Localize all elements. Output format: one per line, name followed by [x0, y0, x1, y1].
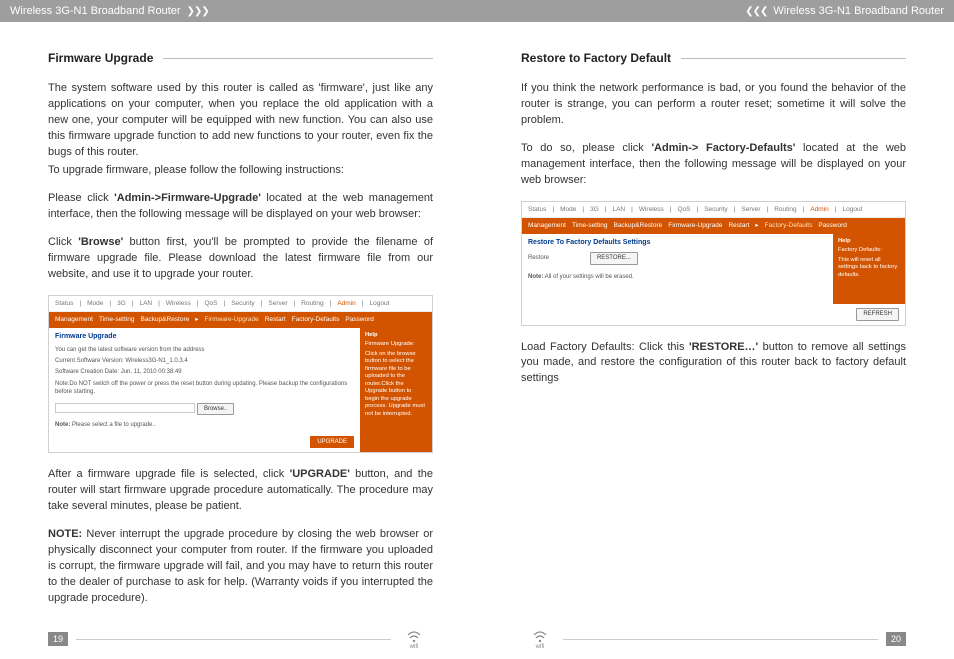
header-title: Wireless 3G-N1 Broadband Router — [773, 5, 944, 17]
tab-admin[interactable]: Admin — [810, 205, 828, 214]
wifi-logo-icon: wifi — [399, 629, 429, 649]
ss-heading: Firmware Upgrade — [55, 332, 354, 342]
footer-rule — [563, 639, 878, 640]
fw-para-4: Click 'Browse' button first, you'll be p… — [48, 235, 433, 283]
ss-tabs: Status| Mode| 3G| LAN| Wireless| QoS| Se… — [522, 202, 905, 218]
wifi-logo-icon: wifi — [525, 629, 555, 649]
title-rule — [681, 58, 906, 59]
fw-para-3: Please click 'Admin->Firmware-Upgrade' l… — [48, 191, 433, 223]
svg-text:wifi: wifi — [535, 644, 545, 649]
ss-help-panel: Help Factory Defaults: This will reset a… — [833, 234, 905, 304]
ss-main: Firmware Upgrade You can get the latest … — [49, 328, 360, 453]
title-rule — [163, 58, 433, 59]
footer-right: wifi 20 — [477, 629, 954, 649]
chevron-left-icon: ❮❮❮ — [745, 6, 767, 17]
ss-heading: Restore To Factory Defaults Settings — [528, 238, 827, 248]
chevron-right-icon: ❯❯❯ — [187, 6, 209, 17]
subnav-factory-defaults[interactable]: Factory-Defaults — [765, 221, 813, 230]
ss-main: Restore To Factory Defaults Settings Res… — [522, 234, 833, 304]
refresh-button[interactable]: REFRESH — [856, 308, 899, 321]
page-left: Wireless 3G-N1 Broadband Router ❯❯❯ Firm… — [0, 0, 477, 659]
section-title-text: Firmware Upgrade — [48, 50, 153, 67]
footer-left: 19 wifi — [0, 629, 477, 649]
page-number: 20 — [886, 632, 906, 646]
content-left: Firmware Upgrade The system software use… — [0, 22, 477, 659]
restore-button[interactable]: RESTORE... — [590, 252, 638, 265]
ss-body: Restore To Factory Defaults Settings Res… — [522, 234, 905, 304]
ss-subnav: Management Time-setting Backup&Restore ▸… — [49, 312, 432, 327]
ss-tabs: Status| Mode| 3G| LAN| Wireless| QoS| Se… — [49, 296, 432, 312]
fw-note: NOTE: Never interrupt the upgrade proced… — [48, 527, 433, 607]
section-title-restore: Restore to Factory Default — [521, 50, 906, 67]
page-right: ❮❮❮ Wireless 3G-N1 Broadband Router Rest… — [477, 0, 954, 659]
ss-refresh-row: REFRESH — [522, 304, 905, 325]
rd-para-1: If you think the network performance is … — [521, 81, 906, 129]
footer-rule — [76, 639, 391, 640]
ss-body: Firmware Upgrade You can get the latest … — [49, 328, 432, 453]
screenshot-firmware-upgrade: Status| Mode| 3G| LAN| Wireless| QoS| Se… — [48, 295, 433, 454]
page-number: 19 — [48, 632, 68, 646]
rd-para-2: To do so, please click 'Admin-> Factory-… — [521, 141, 906, 189]
section-title-firmware: Firmware Upgrade — [48, 50, 433, 67]
rd-para-3: Load Factory Defaults: Click this 'RESTO… — [521, 340, 906, 388]
fw-para-5: After a firmware upgrade file is selecte… — [48, 467, 433, 515]
tab-admin[interactable]: Admin — [337, 299, 355, 308]
subnav-firmware-upgrade[interactable]: Firmware-Upgrade — [205, 315, 259, 324]
content-right: Restore to Factory Default If you think … — [477, 22, 954, 659]
section-title-text: Restore to Factory Default — [521, 50, 671, 67]
ss-help-panel: Help Firmware Upgrade: Click on the brow… — [360, 328, 432, 453]
fw-para-1: The system software used by this router … — [48, 81, 433, 161]
header-title: Wireless 3G-N1 Broadband Router — [10, 5, 181, 17]
header-bar-left: Wireless 3G-N1 Broadband Router ❯❯❯ — [0, 0, 477, 22]
browse-button[interactable]: Browse.. — [197, 403, 234, 416]
header-bar-right: ❮❮❮ Wireless 3G-N1 Broadband Router — [477, 0, 954, 22]
screenshot-factory-defaults: Status| Mode| 3G| LAN| Wireless| QoS| Se… — [521, 201, 906, 326]
svg-text:wifi: wifi — [409, 644, 419, 649]
upgrade-button[interactable]: UPGRADE — [310, 436, 354, 449]
ss-subnav: Management Time-setting Backup&Restore F… — [522, 218, 905, 233]
fw-para-2: To upgrade firmware, please follow the f… — [48, 163, 433, 179]
file-input[interactable] — [55, 403, 195, 413]
